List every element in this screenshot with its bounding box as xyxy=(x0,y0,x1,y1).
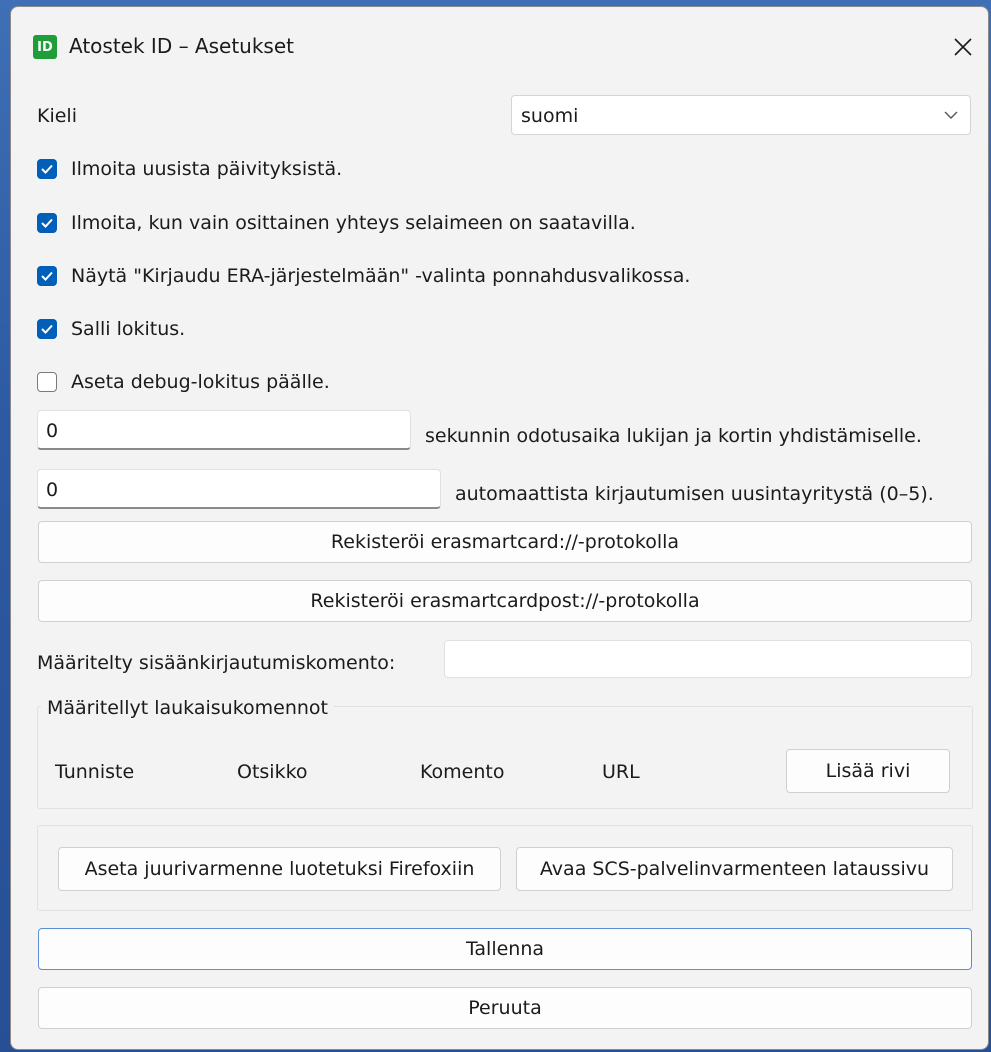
checkbox-box[interactable] xyxy=(37,159,57,179)
close-button[interactable] xyxy=(941,25,985,69)
check-icon xyxy=(41,218,53,228)
language-selected-value: suomi xyxy=(521,105,579,127)
register-erasmartcard-button[interactable]: Rekisteröi erasmartcard://-protokolla xyxy=(38,521,972,563)
check-icon xyxy=(41,324,53,334)
title-bar: ID Atostek ID – Asetukset xyxy=(11,7,988,85)
language-label: Kieli xyxy=(37,105,77,127)
column-header-url: URL xyxy=(602,761,640,783)
open-scs-download-button[interactable]: Avaa SCS-palvelinvarmenteen lataussivu xyxy=(516,847,953,891)
close-icon xyxy=(954,38,972,56)
login-command-input[interactable] xyxy=(444,640,972,678)
checkbox-box[interactable] xyxy=(37,266,57,286)
trust-root-firefox-button[interactable]: Aseta juurivarmenne luotetuksi Firefoxii… xyxy=(58,847,501,891)
checkbox-label: Näytä "Kirjaudu ERA-järjestelmään" -vali… xyxy=(71,265,691,287)
timeout-input-value: 0 xyxy=(46,420,59,442)
launch-commands-title: Määritellyt laukaisukomennot xyxy=(41,697,335,719)
retries-input[interactable]: 0 xyxy=(37,469,441,509)
checkbox-label: Salli lokitus. xyxy=(71,318,186,340)
check-icon xyxy=(41,164,53,174)
retries-input-value: 0 xyxy=(46,479,59,501)
checkbox-label: Aseta debug-lokitus päälle. xyxy=(71,371,330,393)
checkbox-label: Ilmoita uusista päivityksistä. xyxy=(71,158,343,180)
language-select[interactable]: suomi xyxy=(511,95,971,135)
save-button[interactable]: Tallenna xyxy=(38,928,972,970)
timeout-input[interactable]: 0 xyxy=(37,410,411,450)
window-title: Atostek ID – Asetukset xyxy=(69,34,294,58)
app-icon: ID xyxy=(33,35,57,59)
chevron-down-icon xyxy=(944,111,958,119)
add-row-button[interactable]: Lisää rivi xyxy=(786,749,950,793)
checkbox-label: Ilmoita, kun vain osittainen yhteys sela… xyxy=(71,212,636,234)
check-icon xyxy=(41,271,53,281)
column-header-otsikko: Otsikko xyxy=(237,761,308,783)
column-header-tunniste: Tunniste xyxy=(55,761,135,783)
column-header-komento: Komento xyxy=(420,761,505,783)
timeout-label: sekunnin odotusaika lukijan ja kortin yh… xyxy=(425,425,922,447)
retries-label: automaattista kirjautumisen uusintayrity… xyxy=(455,483,934,505)
cancel-button[interactable]: Peruuta xyxy=(38,987,972,1029)
app-icon-text: ID xyxy=(37,39,53,55)
checkbox-box[interactable] xyxy=(37,372,57,392)
login-command-label: Määritelty sisäänkirjautumiskomento: xyxy=(37,652,396,674)
checkbox-box[interactable] xyxy=(37,319,57,339)
settings-window: ID Atostek ID – Asetukset Kieli suomi Il… xyxy=(10,6,989,1050)
checkbox-box[interactable] xyxy=(37,213,57,233)
register-erasmartcardpost-button[interactable]: Rekisteröi erasmartcardpost://-protokoll… xyxy=(38,580,972,622)
